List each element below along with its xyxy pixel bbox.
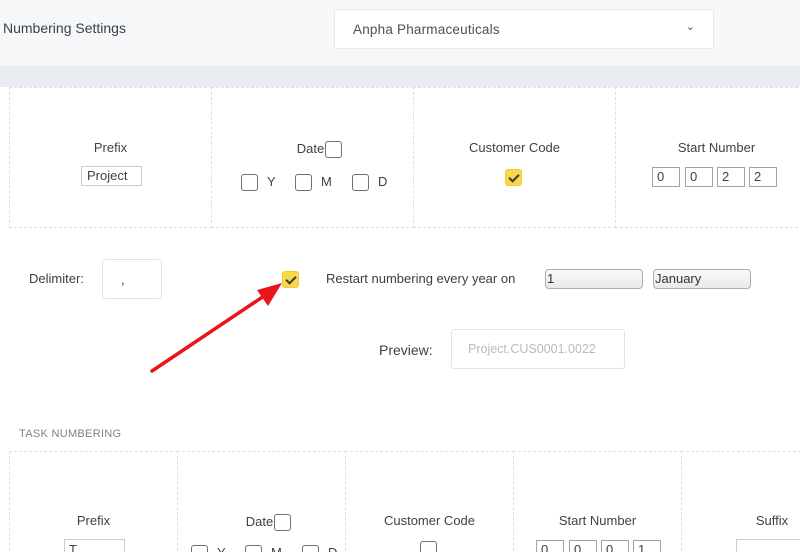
task-date-label: Date	[245, 514, 274, 529]
task-customer-code-label: Customer Code	[383, 513, 476, 528]
task-customer-code-checkbox[interactable]	[420, 541, 437, 552]
task-suffix-input[interactable]	[736, 539, 800, 552]
task-year-label: Y	[217, 545, 226, 552]
task-date-label-row: Date	[178, 514, 345, 532]
arrow-head	[257, 283, 282, 306]
task-start-digit-2[interactable]: 0	[569, 540, 597, 552]
task-prefix-input[interactable]: T	[64, 539, 125, 552]
task-suffix-cell: Suffix	[681, 451, 800, 552]
task-start-digit-1[interactable]: 0	[536, 540, 564, 552]
task-prefix-label: Prefix	[76, 513, 111, 528]
task-start-digit-3[interactable]: 0	[601, 540, 629, 552]
task-month-checkbox[interactable]	[245, 545, 262, 552]
task-start-number-cell: Start Number 0 0 0 1	[513, 451, 682, 552]
task-prefix-cell: Prefix T	[9, 451, 178, 552]
task-date-cell: Date Y M D	[177, 451, 346, 552]
task-year-checkbox[interactable]	[191, 545, 208, 552]
task-month-label: M	[271, 545, 282, 552]
arrow-shaft	[150, 290, 272, 373]
task-numbering-grid: Prefix T Date Y M D Customer Code Start …	[9, 451, 800, 552]
task-date-checkbox[interactable]	[274, 514, 292, 532]
task-start-number-label: Start Number	[558, 513, 637, 528]
task-day-checkbox[interactable]	[302, 545, 319, 552]
task-customer-code-cell: Customer Code	[345, 451, 514, 552]
task-suffix-label: Suffix	[755, 513, 789, 528]
task-numbering-heading: TASK NUMBERING	[19, 428, 122, 440]
task-day-label: D	[328, 545, 337, 552]
task-start-digit-4[interactable]: 1	[633, 540, 661, 552]
